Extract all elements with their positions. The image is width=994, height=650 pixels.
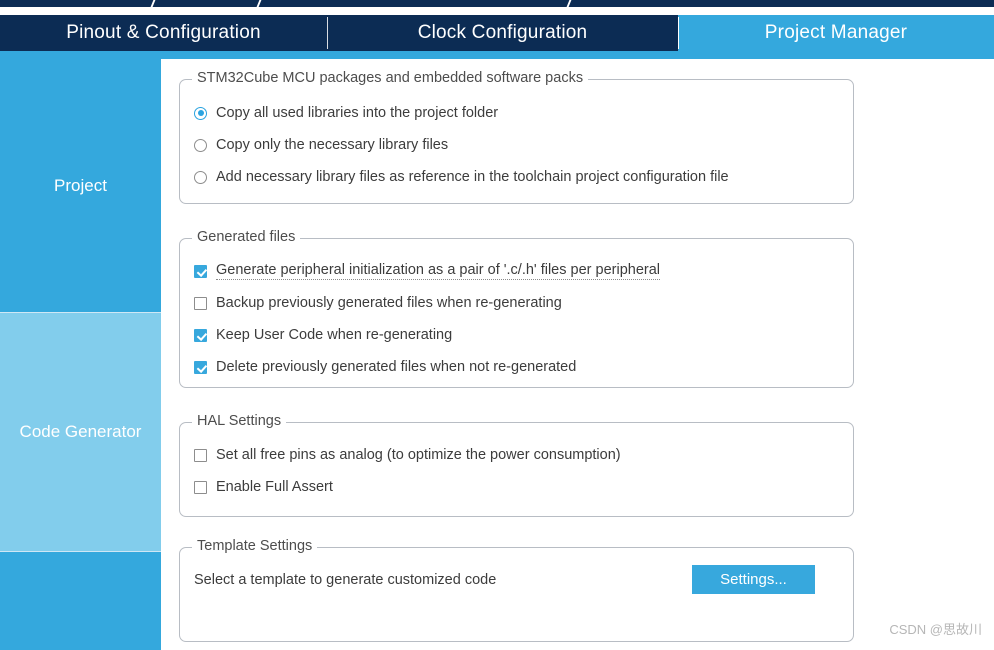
checkbox-icon <box>194 264 207 278</box>
checkbox-enable-full-assert[interactable]: Enable Full Assert <box>194 476 333 498</box>
tab-label: Clock Configuration <box>417 22 588 43</box>
top-ribbon-strip <box>0 0 994 7</box>
option-label: Set all free pins as analog (to optimize… <box>216 447 621 463</box>
radio-copy-only-necessary[interactable]: Copy only the necessary library files <box>194 134 448 156</box>
group-template-settings: Template Settings Select a template to g… <box>179 538 854 642</box>
checkbox-icon <box>194 328 207 342</box>
checkbox-generate-peripheral-init-pair[interactable]: Generate peripheral initialization as a … <box>194 260 660 282</box>
checkbox-icon <box>194 296 207 310</box>
stm32cubemx-window: Pinout & Configuration Clock Configurati… <box>0 0 994 650</box>
tab-project-manager[interactable]: Project Manager <box>678 15 994 51</box>
group-title: Template Settings <box>192 538 318 554</box>
tab-label: Pinout & Configuration <box>66 22 261 43</box>
radio-button-icon <box>194 170 207 184</box>
tab-active-underline <box>0 51 994 59</box>
checkbox-set-free-pins-analog[interactable]: Set all free pins as analog (to optimize… <box>194 444 621 466</box>
group-mcu-packages: STM32Cube MCU packages and embedded soft… <box>179 70 854 204</box>
group-title: Generated files <box>192 229 301 245</box>
radio-button-icon <box>194 106 207 120</box>
checkbox-icon <box>194 448 207 462</box>
option-label: Copy all used libraries into the project… <box>216 105 499 121</box>
sidebar-item-code-generator[interactable]: Code Generator <box>0 313 161 552</box>
checkbox-keep-user-code[interactable]: Keep User Code when re-generating <box>194 324 452 346</box>
sidebar-item-project[interactable]: Project <box>0 59 161 313</box>
code-generator-panel: STM32Cube MCU packages and embedded soft… <box>161 59 994 650</box>
group-generated-files: Generated files Generate peripheral init… <box>179 229 854 388</box>
option-label: Delete previously generated files when n… <box>216 359 577 375</box>
radio-copy-all-libraries[interactable]: Copy all used libraries into the project… <box>194 102 498 124</box>
watermark: CSDN @思故川 <box>889 622 982 637</box>
ribbon-separator-icon <box>149 0 157 7</box>
checkbox-backup-previously-generated[interactable]: Backup previously generated files when r… <box>194 292 562 314</box>
ribbon-separator-icon <box>565 0 573 7</box>
option-label: Keep User Code when re-generating <box>216 327 453 343</box>
option-label: Generate peripheral initialization as a … <box>216 262 660 280</box>
main-tab-bar: Pinout & Configuration Clock Configurati… <box>0 15 994 51</box>
tab-clock-configuration[interactable]: Clock Configuration <box>327 15 678 51</box>
template-settings-button[interactable]: Settings... <box>692 565 815 594</box>
tab-label: Project Manager <box>764 22 908 43</box>
sidebar-item-label: Project <box>54 175 107 195</box>
checkbox-icon <box>194 480 207 494</box>
option-label: Backup previously generated files when r… <box>216 295 562 311</box>
option-label: Copy only the necessary library files <box>216 137 449 153</box>
radio-add-as-reference[interactable]: Add necessary library files as reference… <box>194 166 729 188</box>
template-description: Select a template to generate customized… <box>194 572 497 588</box>
option-label: Add necessary library files as reference… <box>216 169 729 185</box>
group-title: HAL Settings <box>192 413 287 429</box>
group-hal-settings: HAL Settings Set all free pins as analog… <box>179 413 854 517</box>
sidebar-item-advanced-settings[interactable] <box>0 552 161 650</box>
ribbon-separator-icon <box>255 0 263 7</box>
checkbox-icon <box>194 360 207 374</box>
checkbox-delete-previously-generated[interactable]: Delete previously generated files when n… <box>194 356 576 378</box>
group-title: STM32Cube MCU packages and embedded soft… <box>192 70 589 86</box>
radio-button-icon <box>194 138 207 152</box>
option-label: Enable Full Assert <box>216 479 333 495</box>
sidebar-item-label: Code Generator <box>19 422 142 441</box>
tab-pinout-configuration[interactable]: Pinout & Configuration <box>0 15 327 51</box>
ribbon-gap <box>0 7 994 15</box>
project-manager-sidebar: Project Code Generator <box>0 59 161 650</box>
